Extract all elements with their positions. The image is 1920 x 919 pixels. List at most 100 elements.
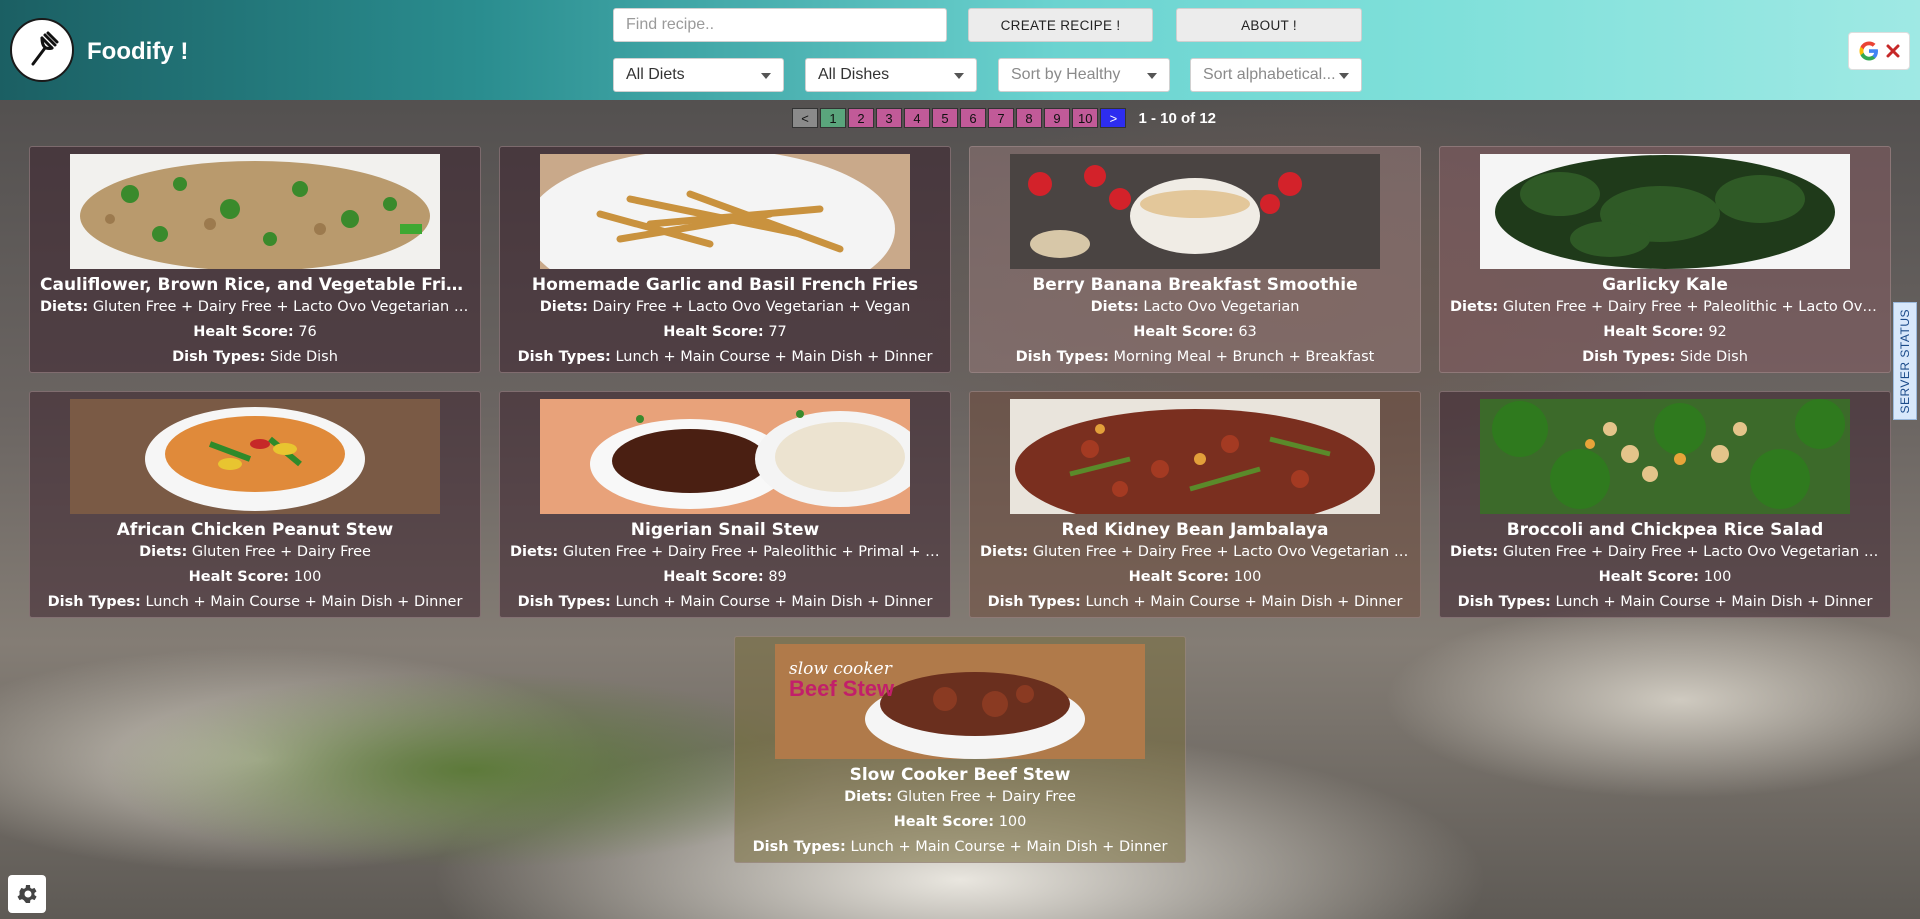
recipe-title: African Chicken Peanut Stew	[116, 520, 394, 540]
dishes-select-value: All Dishes	[818, 66, 890, 83]
dish-types-label: Dish Types:	[47, 594, 141, 610]
recipe-dish-types: Dish Types: Lunch + Main Course + Main D…	[510, 594, 940, 610]
close-icon	[1886, 44, 1899, 58]
diets-select[interactable]: All Diets	[613, 58, 784, 92]
dish-types-label: Dish Types:	[1015, 349, 1109, 365]
page-button-9[interactable]: 9	[1044, 108, 1070, 128]
recipe-card[interactable]: Homemade Garlic and Basil French Fries D…	[499, 146, 951, 373]
recipe-dish-types: Dish Types: Lunch + Main Course + Main D…	[40, 594, 470, 610]
fork-logo-icon[interactable]	[10, 18, 74, 82]
pagination-info: 1 - 10 of 12	[1138, 109, 1217, 127]
dish-types-label: Dish Types:	[1457, 594, 1551, 610]
search-input[interactable]	[613, 8, 947, 42]
page-button-3[interactable]: 3	[876, 108, 902, 128]
recipe-title: Nigerian Snail Stew	[630, 520, 820, 540]
dish-types-value: Lunch + Main Course + Main Dish + Dinner	[850, 839, 1168, 855]
dish-types-label: Dish Types:	[517, 594, 611, 610]
recipe-card[interactable]: Red Kidney Bean Jambalaya Diets: Gluten …	[969, 391, 1421, 618]
chevron-down-icon	[761, 73, 771, 79]
diets-label: Diets:	[844, 789, 893, 805]
chevron-down-icon	[1147, 73, 1157, 79]
diets-value: Gluten Free + Dairy Free + Lacto Ovo Veg…	[1502, 544, 1880, 560]
health-label: Healt Score:	[1598, 569, 1700, 585]
recipe-card[interactable]: Cauliflower, Brown Rice, and Vegetable F…	[29, 146, 481, 373]
health-label: Healt Score:	[1603, 324, 1704, 340]
recipe-card[interactable]: Garlicky Kale Diets: Gluten Free + Dairy…	[1439, 146, 1891, 373]
recipe-health: Healt Score: 63	[980, 324, 1410, 340]
sort-healthy-select[interactable]: Sort by Healthy	[998, 58, 1170, 92]
health-value: 77	[768, 324, 787, 340]
sort-alpha-select[interactable]: Sort alphabetical...	[1190, 58, 1362, 92]
recipe-diets: Diets: Dairy Free + Lacto Ovo Vegetarian…	[510, 299, 940, 315]
health-value: 89	[768, 569, 787, 585]
recipe-image	[1010, 399, 1380, 514]
page-button-2[interactable]: 2	[848, 108, 874, 128]
health-label: Healt Score:	[1133, 324, 1234, 340]
diets-value: Gluten Free + Dairy Free + Paleolithic +…	[562, 544, 940, 560]
create-recipe-button[interactable]: CREATE RECIPE !	[968, 8, 1153, 42]
server-status-tab[interactable]: SERVER STATUS	[1893, 302, 1917, 420]
health-label: Healt Score:	[1128, 569, 1230, 585]
settings-button[interactable]	[8, 875, 46, 913]
about-button[interactable]: ABOUT !	[1176, 8, 1362, 42]
recipe-diets: Diets: Gluten Free + Dairy Free + Lacto …	[980, 544, 1410, 560]
diets-value: Lacto Ovo Vegetarian	[1143, 299, 1300, 315]
recipe-title: Homemade Garlic and Basil French Fries	[531, 275, 919, 295]
dish-types-label: Dish Types:	[752, 839, 846, 855]
dish-types-value: Morning Meal + Brunch + Breakfast	[1113, 349, 1375, 365]
page-button-10[interactable]: 10	[1072, 108, 1099, 128]
recipe-card[interactable]: Nigerian Snail Stew Diets: Gluten Free +…	[499, 391, 951, 618]
recipe-card[interactable]: Broccoli and Chickpea Rice Salad Diets: …	[1439, 391, 1891, 618]
recipe-health: Healt Score: 92	[1450, 324, 1880, 340]
recipe-health: Healt Score: 100	[40, 569, 470, 585]
recipe-dish-types: Dish Types: Side Dish	[1450, 349, 1880, 365]
recipe-card[interactable]: African Chicken Peanut Stew Diets: Glute…	[29, 391, 481, 618]
prev-page-button[interactable]: <	[792, 108, 818, 128]
page-button-6[interactable]: 6	[960, 108, 986, 128]
recipe-diets: Diets: Gluten Free + Dairy Free + Paleol…	[510, 544, 940, 560]
health-label: Healt Score:	[893, 814, 995, 830]
brand-title[interactable]: Foodify !	[87, 38, 188, 66]
page-button-8[interactable]: 8	[1016, 108, 1042, 128]
server-status-label: SERVER STATUS	[1898, 308, 1912, 414]
recipe-health: Healt Score: 100	[980, 569, 1410, 585]
dishes-select[interactable]: All Dishes	[805, 58, 977, 92]
recipe-diets: Diets: Gluten Free + Dairy Free	[40, 544, 470, 560]
dish-types-value: Lunch + Main Course + Main Dish + Dinner	[1555, 594, 1873, 610]
dish-types-value: Lunch + Main Course + Main Dish + Dinner	[615, 594, 933, 610]
recipe-title: Berry Banana Breakfast Smoothie	[1032, 275, 1358, 295]
dish-types-value: Lunch + Main Course + Main Dish + Dinner	[1085, 594, 1403, 610]
sort-alpha-value: Sort alphabetical...	[1203, 66, 1336, 83]
pagination: < 1 2 3 4 5 6 7 8 9 10 > 1 - 10 of 12	[792, 108, 1216, 128]
page-button-5[interactable]: 5	[932, 108, 958, 128]
chevron-down-icon	[954, 73, 964, 79]
diets-label: Diets:	[980, 544, 1029, 560]
dish-types-label: Dish Types:	[172, 349, 266, 365]
page-button-1[interactable]: 1	[820, 108, 846, 128]
recipe-health: Healt Score: 89	[510, 569, 940, 585]
image-headline-text: Beef Stew	[789, 676, 895, 701]
health-label: Healt Score:	[193, 324, 294, 340]
health-value: 92	[1708, 324, 1727, 340]
next-page-button[interactable]: >	[1100, 108, 1127, 128]
dish-types-label: Dish Types:	[987, 594, 1081, 610]
health-label: Healt Score:	[663, 324, 764, 340]
health-value: 100	[1703, 569, 1732, 585]
recipe-card[interactable]: Berry Banana Breakfast Smoothie Diets: L…	[969, 146, 1421, 373]
page-button-4[interactable]: 4	[904, 108, 930, 128]
google-translate-button[interactable]	[1848, 32, 1910, 70]
page-button-7[interactable]: 7	[988, 108, 1014, 128]
recipe-image: slow cooker Beef Stew	[775, 644, 1145, 759]
diets-value: Gluten Free + Dairy Free + Paleolithic +…	[1502, 299, 1880, 315]
sort-healthy-value: Sort by Healthy	[1011, 66, 1121, 83]
recipe-card[interactable]: slow cooker Beef Stew Slow Cooker Beef S…	[734, 636, 1186, 863]
dish-types-label: Dish Types:	[517, 349, 611, 365]
dish-types-value: Lunch + Main Course + Main Dish + Dinner	[145, 594, 463, 610]
health-label: Healt Score:	[663, 569, 764, 585]
recipe-diets: Diets: Lacto Ovo Vegetarian	[980, 299, 1410, 315]
recipe-health: Healt Score: 100	[1450, 569, 1880, 585]
recipe-image	[1480, 154, 1850, 269]
dish-types-label: Dish Types:	[1582, 349, 1676, 365]
health-value: 100	[293, 569, 322, 585]
recipe-title: Slow Cooker Beef Stew	[849, 765, 1071, 785]
